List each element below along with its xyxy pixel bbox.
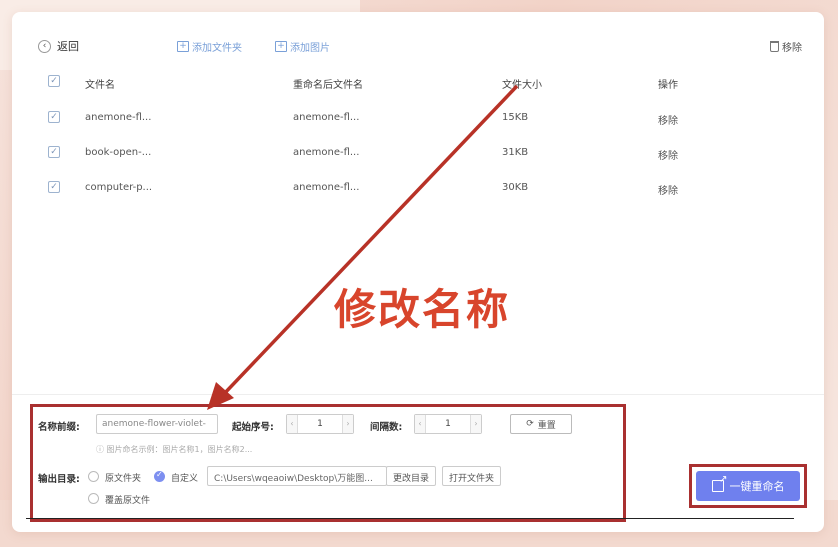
add-folder-button[interactable]: + 添加文件夹 [177,39,242,54]
increment-icon[interactable]: › [470,415,481,433]
decrement-icon[interactable]: ‹ [287,415,298,433]
interval-value[interactable]: 1 [426,415,470,433]
row-size: 15KB [502,112,529,123]
radio-custom[interactable] [154,470,165,482]
start-number-stepper[interactable]: ‹ 1 › [286,414,354,434]
row-filename: book-open-... [85,147,152,158]
row-filename: computer-p... [85,182,153,193]
divider [26,518,794,519]
output-path-field[interactable]: C:\Users\wqeaoiw\Desktop\万能图... [207,466,387,486]
prefix-label: 名称前缀: [38,422,80,433]
original-folder-label: 原文件夹 [105,474,142,484]
row-new-filename: anemone-fl... [293,147,360,158]
app-window: ‹ 返回 + 添加文件夹 + 添加图片 移除 ✓ 文件名 重命名后文件名 文件大… [12,12,824,532]
add-folder-label: 添加文件夹 [192,43,242,54]
start-number-label: 起始序号: [232,422,274,433]
remove-label: 移除 [782,43,802,54]
custom-label: 自定义 [171,474,199,484]
annotation-label: 修改名称 [334,285,511,334]
open-folder-button[interactable]: 打开文件夹 [442,466,502,486]
back-label: 返回 [57,40,79,53]
toolbar: ‹ 返回 + 添加文件夹 + 添加图片 移除 [12,12,824,72]
trash-icon [770,41,779,52]
external-link-icon [711,474,728,492]
back-button[interactable]: ‹ 返回 [38,38,79,54]
rename-all-label: 一键重命名 [729,480,785,493]
refresh-icon: ⟳ [526,419,534,429]
start-number-value[interactable]: 1 [298,415,342,433]
interval-stepper[interactable]: ‹ 1 › [414,414,482,434]
decrement-icon[interactable]: ‹ [415,415,426,433]
row-filename: anemone-fl... [85,112,152,123]
row-remove-link[interactable]: 移除 [658,182,678,197]
output-dir-label: 输出目录: [38,474,80,485]
header-new-filename: 重命名后文件名 [293,80,363,91]
row-size: 31KB [502,147,529,158]
add-image-button[interactable]: + 添加图片 [275,39,330,54]
select-all-checkbox[interactable]: ✓ [48,75,60,87]
row-checkbox[interactable]: ✓ [48,146,60,158]
overwrite-label: 覆盖原文件 [105,496,151,506]
image-plus-icon: + [275,41,287,52]
header-operation: 操作 [658,80,678,91]
folder-plus-icon: + [177,41,189,52]
remove-all-button[interactable]: 移除 [770,39,802,54]
radio-overwrite[interactable] [88,493,99,504]
header-size: 文件大小 [502,80,542,91]
add-image-label: 添加图片 [290,43,330,54]
table-header: ✓ 文件名 重命名后文件名 文件大小 操作 [12,64,824,100]
row-remove-link[interactable]: 移除 [658,147,678,162]
table-row: ✓ anemone-fl... anemone-fl... 15KB 移除 [12,100,824,136]
rename-all-button[interactable]: 一键重命名 [696,471,800,501]
row-checkbox[interactable]: ✓ [48,181,60,193]
header-filename: 文件名 [85,80,115,91]
row-checkbox[interactable]: ✓ [48,111,60,123]
prefix-input[interactable]: anemone-flower-violet- [96,414,218,434]
change-dir-button[interactable]: 更改目录 [386,466,437,486]
row-size: 30KB [502,182,529,193]
row-new-filename: anemone-fl... [293,182,360,193]
reset-button[interactable]: ⟳ 重置 [510,414,572,434]
interval-label: 间隔数: [370,422,403,433]
table-row: ✓ book-open-... anemone-fl... 31KB 移除 [12,135,824,171]
divider [12,394,824,395]
table-row: ✓ computer-p... anemone-fl... 30KB 移除 [12,170,824,206]
chevron-left-icon: ‹ [38,39,51,53]
reset-label: 重置 [537,420,556,431]
radio-original-folder[interactable] [88,471,99,482]
row-remove-link[interactable]: 移除 [658,112,678,127]
row-new-filename: anemone-fl... [293,112,360,123]
naming-hint: ⓘ 图片命名示例：图片名称1，图片名称2... [96,445,253,454]
increment-icon[interactable]: › [342,415,353,433]
